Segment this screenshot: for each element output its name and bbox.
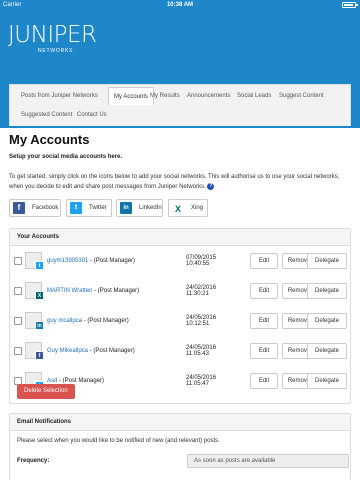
- account-name-link[interactable]: MARTIN Wratten: [47, 288, 92, 294]
- account-role: - (Post Manager): [88, 258, 136, 264]
- account-checkbox[interactable]: [14, 317, 22, 325]
- tab-suggest-content[interactable]: Suggest Content: [274, 87, 329, 105]
- account-time: 11:30:21: [186, 291, 209, 297]
- account-checkbox[interactable]: [14, 257, 22, 265]
- twitter-icon: t: [70, 202, 82, 214]
- account-time: 10:40:55: [186, 261, 210, 267]
- account-row: X MARTIN Wratten - (Post Manager) 24/02/…: [10, 279, 350, 303]
- add-linkedin-button[interactable]: in LinkedIn: [116, 199, 163, 217]
- juniper-logo[interactable]: JUNIPER NETWORKS: [8, 22, 97, 55]
- account-name-line: Guy Mikeallpca - (Post Manager): [47, 348, 135, 354]
- add-facebook-button[interactable]: f Facebook: [9, 199, 61, 217]
- xing-label: Xing: [191, 205, 204, 211]
- facebook-label: Facebook: [32, 205, 59, 211]
- account-checkbox[interactable]: [14, 287, 22, 295]
- delegate-button[interactable]: Delegate: [307, 253, 347, 269]
- twitter-label: Twitter: [89, 205, 107, 211]
- notifications-description: Please select when you would like to be …: [17, 438, 220, 444]
- tab-my-results[interactable]: My Results: [145, 87, 185, 105]
- delegate-button[interactable]: Delegate: [307, 343, 347, 359]
- your-accounts-heading: Your Accounts: [10, 229, 350, 246]
- edit-button[interactable]: Edit: [250, 283, 278, 299]
- email-notifications-heading: Email Notifications: [10, 414, 350, 431]
- intro-text: To get started, simply click on the icon…: [9, 172, 351, 192]
- facebook-icon: f: [35, 351, 44, 360]
- xing-icon: X: [172, 202, 184, 214]
- account-row: f Guy Mikeallpca - (Post Manager) 24/05/…: [10, 339, 350, 363]
- add-twitter-button[interactable]: t Twitter: [66, 199, 112, 217]
- edit-button[interactable]: Edit: [250, 253, 278, 269]
- edit-button[interactable]: Edit: [250, 343, 278, 359]
- account-role: - (Post Manager): [88, 348, 135, 354]
- account-added-timestamp: 24/05/2016 11:05:47: [186, 375, 216, 387]
- status-bar: Carrier 10:38 AM: [0, 0, 360, 10]
- account-name-line: guy mcallpca - (Post Manager): [47, 318, 129, 324]
- tab-contact-us[interactable]: Contact Us: [72, 106, 112, 124]
- linkedin-label: LinkedIn: [139, 205, 162, 211]
- account-row: in guy mcallpca - (Post Manager) 24/05/2…: [10, 309, 350, 333]
- page-title: My Accounts: [9, 132, 90, 147]
- tab-social-leads[interactable]: Social Leads: [232, 87, 276, 105]
- frequency-select[interactable]: As soon as posts are available: [187, 454, 349, 468]
- tab-announcements[interactable]: Announcements: [182, 87, 235, 105]
- account-time: 11:05:43: [186, 351, 209, 357]
- account-checkbox[interactable]: [14, 347, 22, 355]
- site-header: JUNIPER NETWORKS Posts from Juniper Netw…: [0, 10, 360, 128]
- account-role: - (Post Manager): [92, 288, 140, 294]
- logo-tagline: NETWORKS: [38, 48, 74, 54]
- account-time: 11:05:47: [186, 381, 209, 387]
- delegate-button[interactable]: Delegate: [307, 313, 347, 329]
- tab-posts-from-juniper[interactable]: Posts from Juniper Networks: [16, 87, 103, 105]
- delegate-button[interactable]: Delegate: [307, 283, 347, 299]
- battery-icon: [342, 2, 358, 8]
- twitter-icon: t: [35, 261, 44, 270]
- account-added-timestamp: 24/05/2016 10:12:51: [186, 315, 216, 327]
- xing-icon: X: [35, 291, 44, 300]
- account-name-link[interactable]: Guy Mikeallpca: [47, 348, 88, 354]
- account-name-line: guym13905301 - (Post Manager): [47, 258, 135, 264]
- email-notifications-panel: Email Notifications Please select when y…: [9, 413, 351, 480]
- delegate-button[interactable]: Delegate: [307, 373, 347, 389]
- intro-text-body: To get started, simply click on the icon…: [9, 174, 340, 190]
- account-added-timestamp: 07/09/2015 10:40:55: [186, 255, 216, 267]
- facebook-icon: f: [13, 202, 25, 214]
- add-xing-button[interactable]: X Xing: [168, 199, 208, 217]
- status-time: 10:38 AM: [166, 2, 194, 8]
- account-row: t guym13905301 - (Post Manager) 07/09/20…: [10, 249, 350, 273]
- edit-button[interactable]: Edit: [250, 373, 278, 389]
- help-icon[interactable]: ?: [207, 182, 215, 190]
- delete-selection-button[interactable]: Delete Selection: [17, 384, 75, 399]
- main-nav: Posts from Juniper Networks My Accounts …: [9, 84, 351, 126]
- frequency-label: Frequency:: [17, 458, 50, 464]
- page-subheading: Setup your social media accounts here.: [9, 154, 123, 160]
- tab-suggested-content[interactable]: Suggested Content: [16, 106, 77, 124]
- account-name-link[interactable]: guy mcallpca: [47, 318, 82, 324]
- account-name-line: MARTIN Wratten - (Post Manager): [47, 288, 139, 294]
- logo-wordmark: JUNIPER: [8, 22, 97, 48]
- edit-button[interactable]: Edit: [250, 313, 278, 329]
- linkedin-icon: in: [120, 202, 132, 214]
- account-name-link[interactable]: guym13905301: [47, 258, 88, 264]
- your-accounts-panel: Your Accounts t guym13905301 - (Post Man…: [9, 228, 351, 404]
- linkedin-icon: in: [35, 321, 44, 330]
- account-role: - (Post Manager): [82, 318, 129, 324]
- account-added-timestamp: 24/02/2016 11:30:21: [186, 285, 216, 297]
- account-added-timestamp: 24/05/2016 11:05:43: [186, 345, 216, 357]
- account-time: 10:12:51: [186, 321, 210, 327]
